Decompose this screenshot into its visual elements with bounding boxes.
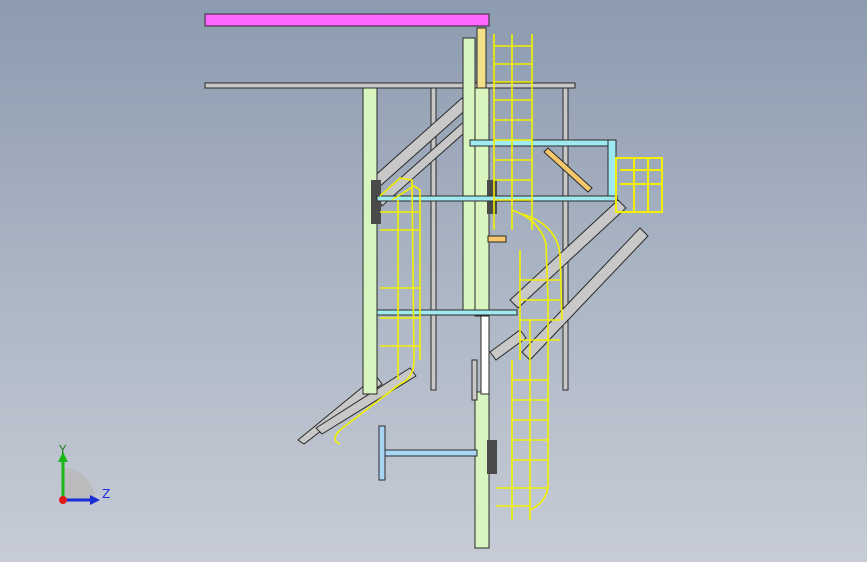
gray-horizontal-beam[interactable] — [204, 82, 576, 89]
z-axis-arrow — [90, 495, 100, 505]
orange-plate[interactable] — [487, 235, 507, 243]
axis-triad: Y Z — [58, 443, 110, 505]
center-green-column-b[interactable] — [474, 87, 490, 317]
y-axis-label: Y — [58, 443, 67, 457]
center-green-column-a[interactable] — [462, 37, 476, 311]
magenta-top-beam[interactable] — [204, 13, 490, 27]
z-axis-label: Z — [102, 487, 110, 501]
x-axis-dot — [59, 496, 67, 504]
cad-3d-viewport[interactable]: Y Z — [0, 0, 867, 562]
structure-model[interactable] — [0, 0, 867, 562]
white-vertical-member[interactable] — [480, 315, 490, 395]
center-green-column-c[interactable] — [476, 27, 487, 89]
right-platform-railing[interactable] — [615, 157, 663, 213]
left-green-column[interactable] — [362, 87, 378, 395]
right-stair-stringer[interactable] — [489, 199, 649, 361]
lower-green-column-band[interactable] — [487, 440, 497, 474]
gray-lower-post[interactable] — [471, 359, 478, 401]
upper-stair-stringer[interactable] — [369, 97, 473, 207]
gray-right-post[interactable] — [562, 87, 569, 391]
light-blue-ibeam[interactable] — [378, 425, 478, 481]
lower-green-column[interactable] — [474, 391, 490, 549]
left-green-column-band[interactable] — [371, 180, 381, 224]
